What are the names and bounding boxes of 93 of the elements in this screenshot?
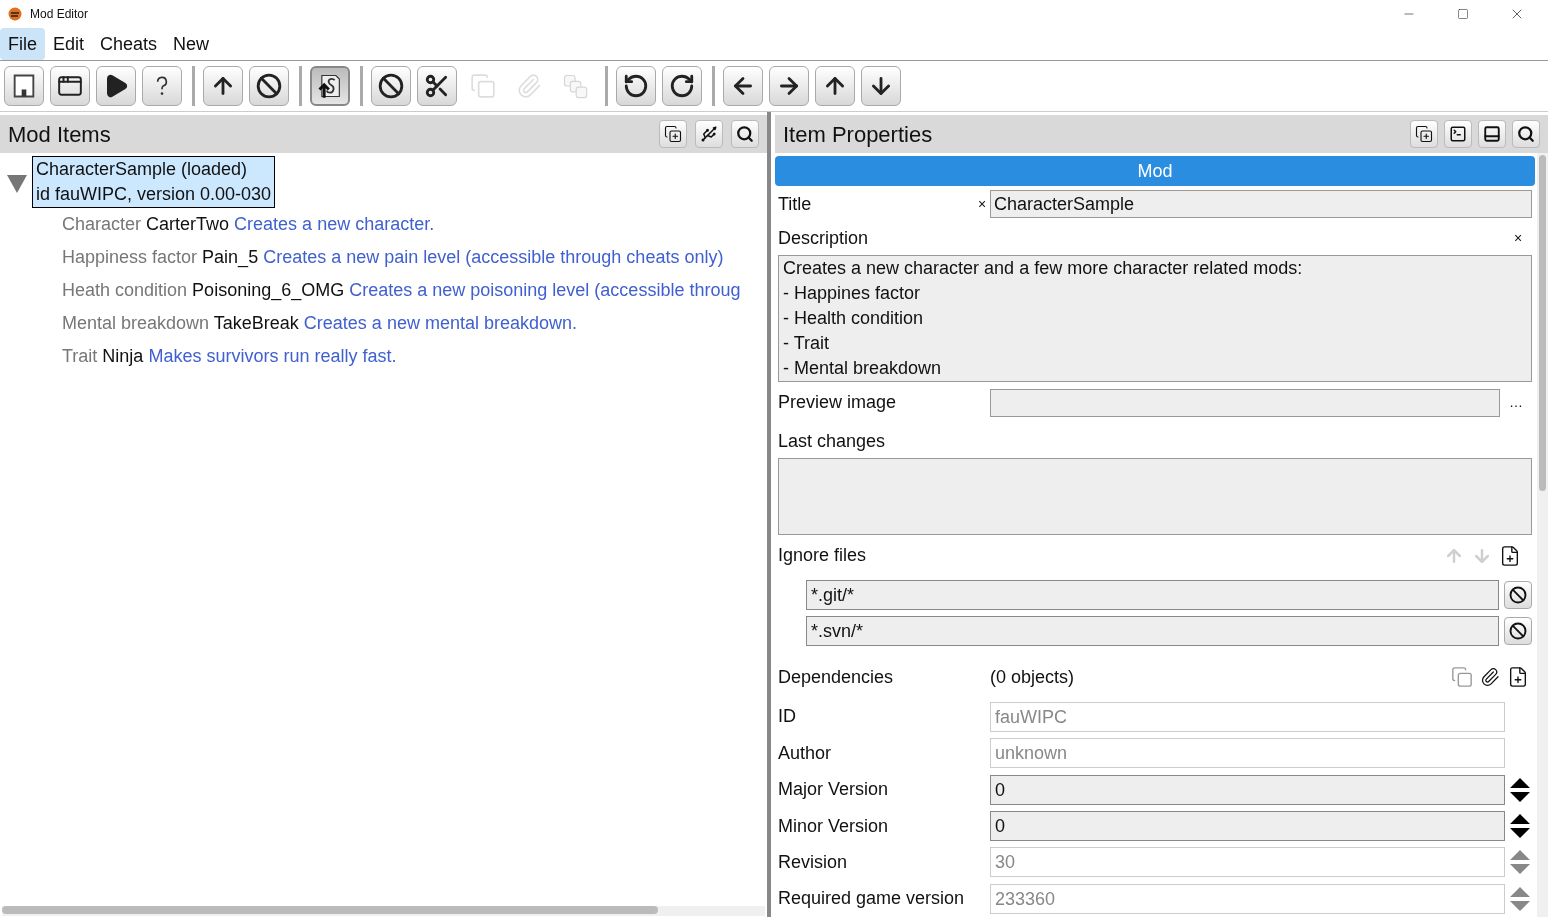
toolbar-button[interactable]: [371, 66, 411, 106]
panel-title: Item Properties: [783, 120, 934, 149]
field-label: ID: [778, 705, 797, 729]
browse-button[interactable]: …: [1500, 392, 1532, 414]
usb-button[interactable]: [695, 120, 723, 148]
field-label: Title: [778, 192, 813, 216]
tree-item[interactable]: Heath condition Poisoning_6_OMG Creates a new poisoning level (accessible throug: [62, 274, 767, 307]
input-field[interactable]: 0: [990, 811, 1505, 842]
copy-icon: [1451, 666, 1473, 689]
usb-icon: [700, 125, 718, 143]
toolbar-button[interactable]: [723, 66, 763, 106]
tree-item[interactable]: Character CarterTwo Creates a new character.: [62, 208, 767, 241]
cancel-icon: [1509, 585, 1527, 604]
cancel-icon: [378, 73, 404, 99]
field-label: Ignore files: [778, 544, 868, 568]
last-changes-field[interactable]: [778, 457, 1532, 536]
copy-plus-icon: [1415, 125, 1433, 143]
search-button[interactable]: [1512, 120, 1540, 148]
menu-item[interactable]: New: [165, 28, 218, 60]
field-label: Major Version: [778, 778, 890, 802]
menu-item[interactable]: Cheats: [92, 28, 166, 60]
redo-icon: [669, 73, 695, 99]
search-icon: [1517, 125, 1535, 143]
tree-item[interactable]: Trait Ninja Makes survivors run really fast.: [62, 340, 767, 373]
dependencies-count: (0 objects): [990, 665, 1076, 689]
toolbar-button[interactable]: [96, 66, 136, 106]
search-button[interactable]: [731, 120, 759, 148]
app-logo-icon: [8, 7, 22, 21]
file-plus-icon: [1499, 545, 1521, 567]
terminal-button[interactable]: [1444, 120, 1472, 148]
toolbar-button[interactable]: [861, 66, 901, 106]
paperclip-icon: [516, 73, 542, 99]
menu-item[interactable]: Edit: [45, 28, 93, 60]
toolbar-button[interactable]: [310, 66, 350, 106]
remove-button[interactable]: [1504, 617, 1532, 646]
input-field[interactable]: 0: [990, 774, 1505, 805]
arrow-down-icon: [1472, 546, 1492, 566]
field-label: Author: [778, 741, 833, 765]
maximize-icon: [1457, 8, 1469, 20]
remove-button[interactable]: [1504, 580, 1532, 609]
toolbar-button[interactable]: [815, 66, 855, 106]
clear-button[interactable]: ×: [974, 193, 990, 215]
terminal-icon: [1449, 125, 1467, 143]
clear-button[interactable]: ×: [1510, 228, 1526, 250]
expand-toggle-icon[interactable]: [6, 174, 28, 194]
field-label: Required game version: [778, 887, 966, 911]
panel-icon: [1483, 125, 1501, 143]
window-title: Mod Editor: [30, 6, 89, 23]
field-label: Revision: [778, 850, 849, 874]
tree-item[interactable]: CharacterSample (loaded) id fauWIPC, version 0.00-030: [32, 156, 276, 208]
ignore-pattern-field[interactable]: *.svn/*: [806, 616, 1499, 647]
toolbar-button[interactable]: [616, 66, 656, 106]
toolbar-button[interactable]: [203, 66, 243, 106]
toolbar-button[interactable]: [662, 66, 702, 106]
field-label: Description: [778, 227, 870, 251]
copy-plus-icon: [664, 125, 682, 143]
description-field[interactable]: Creates a new character and a few more character related mods: - Happines factor - Health condition - Trait - Mental breakdown: [778, 255, 1532, 383]
spinner-arrows-icon[interactable]: [1508, 775, 1532, 804]
toolbar-button[interactable]: [249, 66, 289, 106]
stack-icon: [561, 72, 589, 100]
toolbar-button[interactable]: [417, 66, 457, 106]
file-plus-icon: [1507, 666, 1529, 689]
search-icon: [736, 125, 754, 143]
ignore-pattern-field[interactable]: *.git/*: [806, 579, 1499, 610]
tree-item[interactable]: Happiness factor Pain_5 Creates a new pain level (accessible through cheats only): [62, 241, 767, 274]
scrollbar-thumb[interactable]: [2, 906, 658, 914]
field-label: Dependencies: [778, 665, 895, 689]
toolbar-button[interactable]: [4, 66, 44, 106]
title-field[interactable]: CharacterSample: [990, 190, 1532, 219]
paperclip-icon: [1480, 667, 1500, 688]
field-label: Minor Version: [778, 814, 890, 838]
cancel-icon: [1509, 622, 1527, 641]
scrollbar-thumb[interactable]: [1539, 155, 1546, 491]
section-header: Mod: [775, 156, 1535, 187]
spinner-arrows-icon[interactable]: [1508, 812, 1532, 841]
copy-icon: [470, 73, 496, 99]
field-label: Preview image: [778, 391, 898, 415]
preview-image-field[interactable]: [990, 388, 1500, 417]
tree-item[interactable]: Mental breakdown TakeBreak Creates a new mental breakdown.: [62, 307, 767, 340]
arrow-up-icon: [1444, 546, 1464, 566]
scissors-icon: [424, 73, 450, 99]
menu-item[interactable]: File: [0, 28, 45, 60]
new-window-button[interactable]: [659, 120, 687, 148]
undo-icon: [623, 73, 649, 99]
field-label: Last changes: [777, 429, 887, 453]
toolbar-button[interactable]: [769, 66, 809, 106]
window-icon: [57, 73, 83, 99]
toolbar-button[interactable]: [50, 66, 90, 106]
toolbar-button[interactable]: [142, 66, 182, 106]
panel-title: Mod Items: [8, 120, 112, 149]
new-window-button[interactable]: [1410, 120, 1438, 148]
panel-button[interactable]: [1478, 120, 1506, 148]
cancel-icon: [256, 73, 282, 99]
